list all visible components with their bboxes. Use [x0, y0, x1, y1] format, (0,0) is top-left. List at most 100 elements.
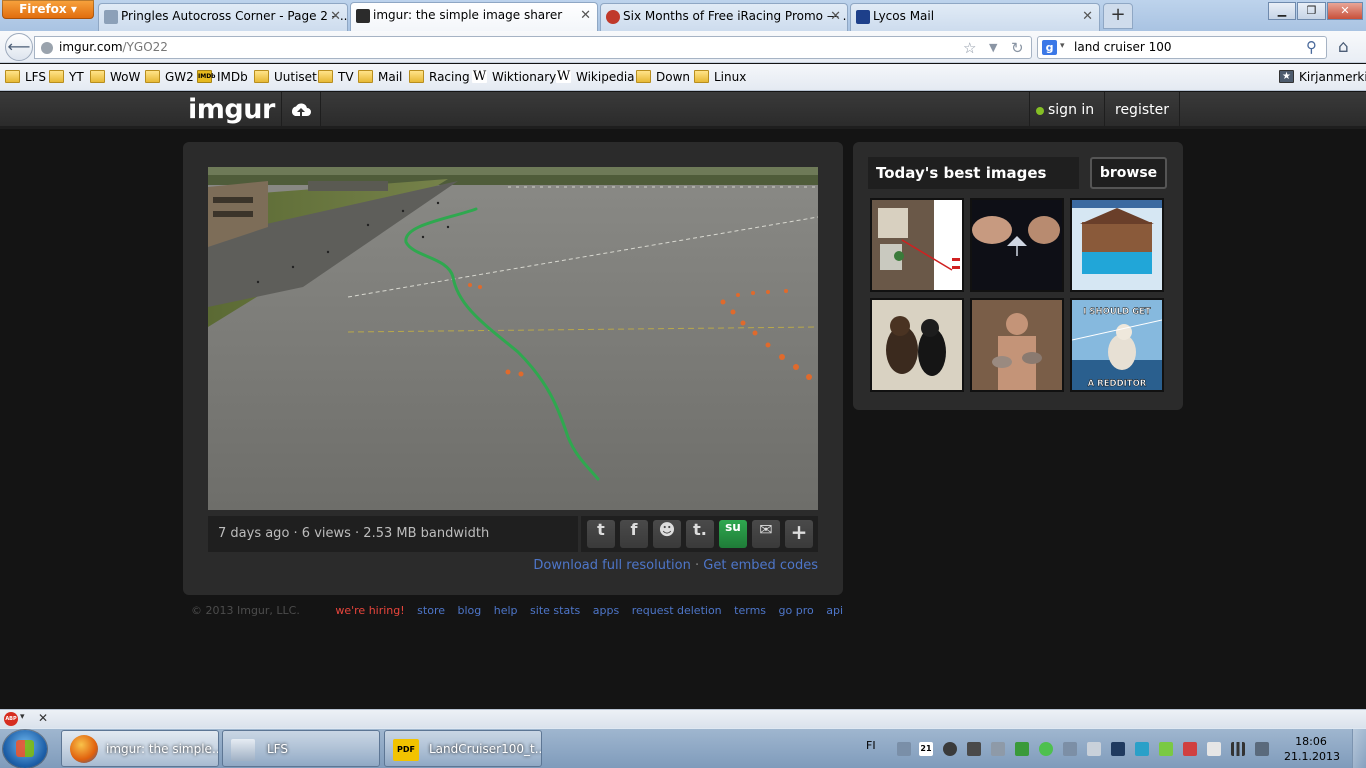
close-window-button[interactable]: ✕ — [1327, 2, 1363, 20]
firefox-menu-button[interactable]: Firefox ▾ — [2, 0, 94, 19]
register-link[interactable]: register — [1104, 92, 1180, 129]
taskbar-item-pdf[interactable]: PDF LandCruiser100_t... — [384, 730, 542, 767]
tab-imgur[interactable]: imgur: the simple image sharer ✕ — [350, 2, 598, 31]
search-input[interactable]: land cruiser 100 — [1074, 40, 1171, 54]
facebook-icon[interactable]: f — [620, 520, 648, 548]
search-bar[interactable]: g ▾ land cruiser 100 ⚲ — [1037, 36, 1327, 59]
main-image[interactable] — [208, 167, 818, 510]
stumbleupon-icon[interactable]: su — [719, 520, 747, 548]
url-bar[interactable]: imgur.com/YGO22 ☆ ▼ ↻ — [34, 36, 1032, 59]
flag-tray-icon[interactable] — [1183, 742, 1197, 756]
app-tray-icon[interactable] — [967, 742, 981, 756]
close-tab-icon[interactable]: ✕ — [1082, 4, 1093, 29]
bookmark-wiktionary[interactable]: W Wiktionary — [472, 69, 556, 87]
start-button[interactable] — [3, 730, 47, 768]
steam-tray-icon[interactable] — [943, 742, 957, 756]
maximize-button[interactable]: ❐ — [1297, 2, 1326, 20]
system-clock[interactable]: 18:06 21.1.2013 — [1284, 734, 1340, 764]
close-tab-icon[interactable]: ✕ — [830, 4, 841, 29]
footer-link-store[interactable]: store — [417, 604, 445, 617]
browse-button[interactable]: browse — [1090, 157, 1167, 189]
url-text[interactable]: imgur.com/YGO22 — [59, 40, 168, 54]
minimize-button[interactable]: ▁ — [1268, 2, 1296, 20]
footer-link-help[interactable]: help — [494, 604, 518, 617]
language-indicator[interactable]: FI — [866, 739, 876, 752]
bookmark-wikipedia[interactable]: W Wikipedia — [556, 69, 635, 87]
show-desktop-button[interactable] — [1352, 729, 1366, 768]
email-icon[interactable]: ✉ — [752, 520, 780, 548]
bookmark-uutiset[interactable]: Uutiset — [254, 69, 317, 87]
site-identity-icon[interactable] — [41, 42, 53, 54]
bookmark-imdb[interactable]: IMDb IMDb — [197, 69, 248, 87]
bookmark-star-icon[interactable]: ☆ — [963, 39, 976, 57]
bookmark-yt[interactable]: YT — [49, 69, 84, 87]
tab-lycos[interactable]: Lycos Mail ✕ — [850, 3, 1100, 31]
footer-link-hiring[interactable]: we're hiring! — [335, 604, 404, 617]
gallery-thumbnail[interactable] — [970, 198, 1064, 292]
gallery-thumbnail[interactable] — [870, 198, 964, 292]
footer-link-terms[interactable]: terms — [734, 604, 766, 617]
bookmark-down[interactable]: Down — [636, 69, 690, 87]
folder-icon — [636, 70, 651, 83]
footer-link-go-pro[interactable]: go pro — [779, 604, 814, 617]
adblock-dropdown-icon[interactable]: ▾ — [20, 712, 25, 722]
footer-link-apps[interactable]: apps — [593, 604, 619, 617]
taskbar-item-lfs[interactable]: LFS — [222, 730, 380, 767]
calendar-tray-icon[interactable]: 21 — [919, 742, 933, 756]
adblock-plus-icon[interactable]: ABP — [4, 712, 18, 726]
gallery-thumbnail[interactable] — [870, 298, 964, 392]
imgur-logo[interactable]: imgur — [188, 94, 275, 125]
gallery-thumbnail[interactable]: I SHOULD GET A REDDITOR — [1070, 298, 1164, 392]
sign-in-link[interactable]: sign in — [1029, 92, 1104, 129]
gallery-thumbnail[interactable] — [1070, 198, 1164, 292]
help-tray-icon[interactable] — [1135, 742, 1149, 756]
display-tray-icon[interactable] — [1111, 742, 1125, 756]
download-full-resolution-link[interactable]: Download full resolution — [533, 558, 690, 573]
search-magnifier-icon[interactable]: ⚲ — [1306, 38, 1317, 56]
close-tab-icon[interactable]: ✕ — [330, 4, 341, 29]
clipboard-tray-icon[interactable] — [1207, 742, 1221, 756]
history-dropdown-icon[interactable]: ▼ — [989, 41, 997, 54]
signal-bars-icon[interactable] — [1231, 742, 1245, 756]
get-embed-codes-link[interactable]: Get embed codes — [703, 558, 818, 573]
bookmark-mail[interactable]: Mail — [358, 69, 402, 87]
restore-icon: ❐ — [1306, 4, 1317, 17]
new-tab-button[interactable]: + — [1103, 3, 1133, 29]
volume-icon[interactable] — [1255, 742, 1269, 756]
google-icon[interactable]: g — [1042, 40, 1057, 55]
bookmark-tv[interactable]: TV — [318, 69, 354, 87]
cube-tray-icon[interactable] — [991, 742, 1005, 756]
upload-icon[interactable] — [281, 92, 321, 129]
nvidia-tray-icon[interactable] — [1159, 742, 1173, 756]
close-tab-icon[interactable]: ✕ — [580, 3, 591, 28]
reddit-icon[interactable]: ☻ — [653, 520, 681, 548]
twitter-icon[interactable]: t — [587, 520, 615, 548]
bookmark-wow[interactable]: WoW — [90, 69, 140, 87]
bookmark-lfs[interactable]: LFS — [5, 69, 46, 87]
tab-iracing[interactable]: Six Months of Free iRacing Promo — ... ✕ — [600, 3, 848, 31]
tab-pringles[interactable]: Pringles Autocross Corner - Page 2 - ...… — [98, 3, 348, 31]
status-tray-icon[interactable] — [1039, 742, 1053, 756]
gallery-thumbnail[interactable] — [970, 298, 1064, 392]
back-button[interactable]: ⟵ — [5, 33, 33, 61]
plus-icon[interactable]: + — [785, 520, 813, 548]
taskbar-item-firefox[interactable]: imgur: the simple... — [61, 730, 219, 767]
footer-link-request-deletion[interactable]: request deletion — [632, 604, 722, 617]
usb-tray-icon[interactable] — [1087, 742, 1101, 756]
network-tray-icon[interactable] — [897, 742, 911, 756]
search-engine-dropdown-icon[interactable]: ▾ — [1060, 41, 1065, 51]
footer-link-blog[interactable]: blog — [458, 604, 482, 617]
bookmark-gw2[interactable]: GW2 — [145, 69, 194, 87]
security-tray-icon[interactable] — [1015, 742, 1029, 756]
bookmarks-menu[interactable]: ★ Kirjanmerkit — [1279, 69, 1366, 87]
bookmark-linux[interactable]: Linux — [694, 69, 746, 87]
footer-link-site-stats[interactable]: site stats — [530, 604, 580, 617]
home-icon[interactable]: ⌂ — [1338, 37, 1349, 57]
bookmark-racing[interactable]: Racing — [409, 69, 470, 87]
bluetooth-tray-icon[interactable] — [1063, 742, 1077, 756]
close-addon-bar-icon[interactable]: ✕ — [38, 711, 48, 725]
reload-icon[interactable]: ↻ — [1011, 39, 1024, 57]
tumblr-icon[interactable]: t. — [686, 520, 714, 548]
footer-link-api[interactable]: api — [826, 604, 843, 617]
url-path: /YGO22 — [122, 40, 168, 54]
